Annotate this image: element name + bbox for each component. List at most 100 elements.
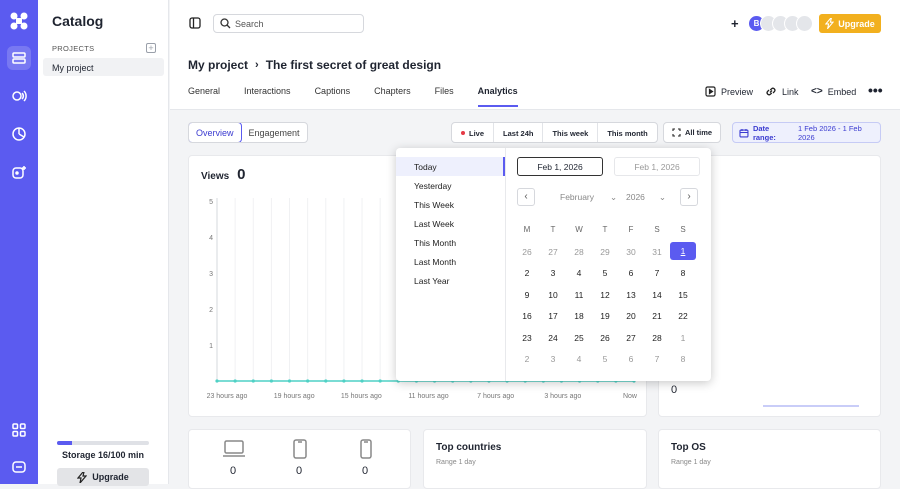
- calendar-day[interactable]: 8: [670, 349, 696, 371]
- range-this-month-button[interactable]: This month: [598, 123, 656, 142]
- broadcast-icon[interactable]: [7, 84, 31, 108]
- preset-last-month[interactable]: Last Month: [396, 252, 505, 271]
- tab-captions[interactable]: Captions: [315, 86, 351, 107]
- calendar-day[interactable]: 28: [566, 242, 592, 264]
- calendar-day[interactable]: 19: [592, 306, 618, 328]
- calendar-day[interactable]: 2: [514, 349, 540, 371]
- preset-today[interactable]: Today: [396, 157, 505, 176]
- preset-last-week[interactable]: Last Week: [396, 214, 505, 233]
- calendar-day[interactable]: 22: [670, 306, 696, 328]
- calendar-day[interactable]: 29: [592, 242, 618, 264]
- calendar-day[interactable]: 12: [592, 285, 618, 307]
- data-point[interactable]: [251, 379, 255, 383]
- search-input[interactable]: Search: [213, 14, 364, 33]
- library-icon[interactable]: [7, 46, 31, 70]
- embed-button[interactable]: <> Embed: [811, 86, 856, 97]
- calendar-day[interactable]: 3: [540, 263, 566, 285]
- calendar-day[interactable]: 27: [540, 242, 566, 264]
- calendar-day[interactable]: 16: [514, 306, 540, 328]
- breadcrumb-root[interactable]: My project: [188, 58, 248, 72]
- date-range-button[interactable]: Date range: 1 Feb 2026 - 1 Feb 2026: [732, 122, 881, 143]
- calendar-day[interactable]: 21: [644, 306, 670, 328]
- month-select[interactable]: February ⌄: [560, 192, 617, 203]
- end-date-input[interactable]: Feb 1, 2026: [614, 157, 700, 176]
- data-point[interactable]: [324, 379, 328, 383]
- range-this-week-button[interactable]: This week: [543, 123, 599, 142]
- more-options-icon[interactable]: •••: [868, 82, 883, 98]
- calendar-day[interactable]: 13: [618, 285, 644, 307]
- data-point[interactable]: [287, 379, 292, 383]
- invite-add-icon[interactable]: +: [731, 16, 739, 31]
- calendar-day[interactable]: 3: [540, 349, 566, 371]
- collaborator-avatars[interactable]: B: [748, 15, 813, 32]
- tab-chapters[interactable]: Chapters: [374, 86, 411, 107]
- sidebar-toggle-icon[interactable]: [189, 17, 201, 29]
- data-point[interactable]: [378, 379, 382, 383]
- calendar-day[interactable]: 27: [618, 328, 644, 350]
- link-button[interactable]: Link: [765, 86, 799, 97]
- calendar-day[interactable]: 7: [644, 263, 670, 285]
- devices-card: 0 0 0: [188, 429, 411, 489]
- calendar-day[interactable]: 24: [540, 328, 566, 350]
- calendar-day[interactable]: 8: [670, 263, 696, 285]
- tab-overview[interactable]: Overview: [188, 123, 242, 142]
- calendar-day[interactable]: 5: [592, 349, 618, 371]
- data-point[interactable]: [360, 379, 364, 383]
- add-project-icon[interactable]: +: [146, 43, 156, 53]
- calendar-day[interactable]: 28: [644, 328, 670, 350]
- calendar-day[interactable]: 20: [618, 306, 644, 328]
- next-month-button[interactable]: ›: [680, 188, 698, 206]
- calendar-day[interactable]: 4: [566, 263, 592, 285]
- preset-this-month[interactable]: This Month: [396, 233, 505, 252]
- calendar-day[interactable]: 26: [514, 242, 540, 264]
- calendar-day[interactable]: 6: [618, 263, 644, 285]
- calendar-day[interactable]: 6: [618, 349, 644, 371]
- app-logo-icon[interactable]: [7, 9, 31, 33]
- calendar-day[interactable]: 2: [514, 263, 540, 285]
- calendar-day[interactable]: 17: [540, 306, 566, 328]
- analytics-icon[interactable]: [7, 122, 31, 146]
- calendar-day[interactable]: 10: [540, 285, 566, 307]
- calendar-day[interactable]: 1: [670, 328, 696, 350]
- preview-button[interactable]: Preview: [705, 86, 753, 97]
- range-last-24h-button[interactable]: Last 24h: [494, 123, 544, 142]
- calendar-day[interactable]: 18: [566, 306, 592, 328]
- data-point[interactable]: [269, 379, 273, 383]
- data-point[interactable]: [233, 379, 237, 383]
- tab-general[interactable]: General: [188, 86, 220, 107]
- preset-yesterday[interactable]: Yesterday: [396, 176, 505, 195]
- apps-grid-icon[interactable]: [7, 418, 31, 442]
- data-point[interactable]: [342, 379, 346, 383]
- calendar-day[interactable]: 15: [670, 285, 696, 307]
- preset-last-year[interactable]: Last Year: [396, 271, 505, 290]
- tab-files[interactable]: Files: [435, 86, 454, 107]
- calendar-day[interactable]: 14: [644, 285, 670, 307]
- ai-assistant-icon[interactable]: [7, 160, 31, 184]
- all-time-button[interactable]: All time: [663, 122, 721, 143]
- prev-month-button[interactable]: ‹: [517, 188, 535, 206]
- tab-engagement[interactable]: Engagement: [242, 123, 307, 142]
- calendar-day-selected[interactable]: 1: [670, 241, 696, 260]
- calendar-day[interactable]: 23: [514, 328, 540, 350]
- calendar-day[interactable]: 26: [592, 328, 618, 350]
- calendar-day[interactable]: 4: [566, 349, 592, 371]
- preset-this-week[interactable]: This Week: [396, 195, 505, 214]
- year-select[interactable]: 2026 ⌄: [626, 192, 666, 203]
- data-point[interactable]: [306, 379, 310, 383]
- calendar-day[interactable]: 30: [618, 242, 644, 264]
- range-live-button[interactable]: Live: [452, 123, 495, 142]
- calendar-day[interactable]: 25: [566, 328, 592, 350]
- chat-support-icon[interactable]: [7, 456, 31, 480]
- sidebar-upgrade-button[interactable]: Upgrade: [57, 468, 149, 486]
- calendar-day[interactable]: 5: [592, 263, 618, 285]
- tab-analytics[interactable]: Analytics: [477, 86, 518, 107]
- calendar-day[interactable]: 31: [644, 242, 670, 264]
- start-date-input[interactable]: Feb 1, 2026: [517, 157, 603, 176]
- calendar-day[interactable]: 7: [644, 349, 670, 371]
- sidebar-item-my-project[interactable]: My project: [43, 58, 164, 76]
- calendar-day[interactable]: 9: [514, 285, 540, 307]
- upgrade-button[interactable]: Upgrade: [819, 14, 881, 33]
- data-point[interactable]: [215, 379, 219, 383]
- calendar-day[interactable]: 11: [566, 285, 592, 307]
- tab-interactions[interactable]: Interactions: [244, 86, 291, 107]
